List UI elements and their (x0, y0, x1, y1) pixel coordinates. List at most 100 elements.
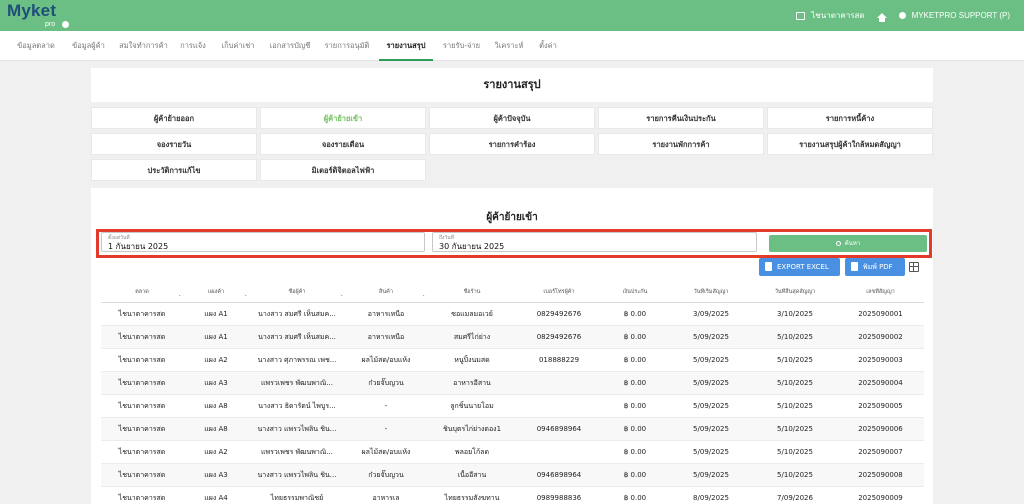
report-btn-expiring-contracts[interactable]: รายงานสรุปผู้ค้าใกล้หมดสัญญา (767, 133, 933, 155)
page-title: รายงานสรุป (91, 68, 933, 102)
cell-deposit: ฿ 0.00 (623, 379, 647, 387)
column-header[interactable]: วันที่เริ่มสัญญา (669, 288, 753, 296)
table-row[interactable]: ไชนาตาคารสด แผง A1 นางสาว สมศรี เห็นสมค...… (101, 303, 924, 326)
report-btn-edit-history[interactable]: ประวัติการแก้ไข (91, 159, 257, 181)
cell-contract-no: 2025090006 (858, 425, 903, 433)
cell-product: อาหารเหนือ (367, 332, 405, 341)
tab-approvals[interactable]: รายการอนุมัติ (321, 31, 373, 61)
market-selector[interactable]: ไชนาตาคารสด (796, 9, 865, 22)
column-header[interactable]: เงินประกัน (601, 288, 669, 296)
cell-market: ไชนาตาคารสด (118, 424, 166, 433)
cell-market: ไชนาตาคารสด (118, 401, 166, 410)
top-bar: Myket pro ไชนาตาคารสด MYKETPRO SUPPORT (… (0, 0, 1024, 31)
column-header[interactable]: วันที่สิ้นสุดสัญญา (753, 288, 837, 296)
tab-rent-collection[interactable]: เก็บค่าเช่า (217, 31, 259, 61)
cell-start-date: 5/09/2025 (693, 425, 729, 433)
report-btn-current-vendors[interactable]: ผู้ค้าปัจจุบัน (429, 107, 595, 129)
cell-stall: แผง A2 (204, 355, 228, 364)
column-header[interactable]: เบอร์โทรผู้ค้า (517, 288, 601, 296)
tab-market-data[interactable]: ข้อมูลตลาด (12, 31, 60, 61)
table-row[interactable]: ไชนาตาคารสด แผง A8 นางสาว ธิดารัตน์ ไพบูร.… (101, 395, 924, 418)
report-btn-trade-suspension[interactable]: รายงานพักการค้า (598, 133, 764, 155)
cell-market: ไชนาตาคารสด (118, 332, 166, 341)
cell-stall: แผง A4 (204, 493, 228, 502)
cell-stall: แผง A8 (204, 401, 228, 410)
report-btn-requests[interactable]: รายการคำร้อง (429, 133, 595, 155)
column-header[interactable]: แผงค้า (183, 288, 249, 296)
tab-income-expense[interactable]: รายรับ-จ่าย (438, 31, 485, 61)
logo-dot-icon (62, 21, 69, 28)
cell-phone: 0829492676 (536, 310, 582, 318)
cell-market: ไชนาตาคารสด (118, 355, 166, 364)
table-row[interactable]: ไชนาตาคารสด แผง A2 แพรวเพชร พัฒนพาณิ... ผลไ… (101, 441, 924, 464)
tab-trade-application[interactable]: สมใจทำการค้า (117, 31, 170, 61)
column-header[interactable]: เลขที่สัญญา (837, 288, 924, 296)
cell-phone: 0946898964 (536, 425, 582, 433)
cell-phone: 0946898964 (536, 471, 582, 479)
report-btn-daily-booking[interactable]: จองรายวัน (91, 133, 257, 155)
cell-phone: 0829492676 (536, 333, 582, 341)
store-icon (796, 11, 806, 20)
report-btn-deposit-refunds[interactable]: รายการคืนเงินประกัน (598, 107, 764, 129)
cell-end-date: 5/10/2025 (777, 425, 813, 433)
column-header[interactable]: ตลาด (101, 288, 183, 296)
cell-market: ไชนาตาคารสด (118, 447, 166, 456)
user-menu[interactable]: MYKETPRO SUPPORT (P) (898, 11, 1010, 20)
market-name: ไชนาตาคารสด (811, 11, 865, 20)
table-row[interactable]: ไชนาตาคารสด แผง A3 แพรวเพชร พัฒนพาณิ... ก๋ว… (101, 372, 924, 395)
cell-stall: แผง A3 (204, 378, 228, 387)
tab-notification[interactable]: การแจ้ง (176, 31, 210, 61)
report-btn-vendors-moved-out[interactable]: ผู้ค้าย้ายออก (91, 107, 257, 129)
tab-accounting-docs[interactable]: เอกสารบัญชี (266, 31, 314, 61)
table-row[interactable]: ไชนาตาคารสด แผง A1 นางสาว สมศรี เห็นสมค...… (101, 326, 924, 349)
cell-deposit: ฿ 0.00 (623, 333, 647, 341)
report-btn-digital-meter[interactable]: มิเตอร์ดิจิตอลไฟฟ้า (260, 159, 426, 181)
home-button[interactable] (876, 13, 887, 22)
column-header[interactable]: ชื่อผู้ค้า (249, 288, 345, 296)
tab-analysis[interactable]: วิเคราะห์ (490, 31, 528, 61)
report-btn-vendors-moved-in[interactable]: ผู้ค้าย้ายเข้า (260, 107, 426, 129)
tab-vendor-data[interactable]: ข้อมูลผู้ค้า (66, 31, 111, 61)
cell-product: ก๋วยจั๊บญวน (368, 470, 404, 479)
cell-end-date: 3/10/2025 (777, 310, 813, 318)
table-row[interactable]: ไชนาตาคารสด แผง A4 ไทยธรรมพาณิชย์ อาหารเล ไท… (101, 487, 924, 504)
export-excel-button[interactable]: EXPORT EXCEL (759, 258, 840, 276)
cell-shop-name: ไทยธรรมสังฆทาน (444, 493, 500, 502)
cell-vendor-name: นางสาว ศุภาพรรณ เพช... (257, 355, 337, 364)
cell-phone: 0989988836 (536, 494, 582, 502)
cell-contract-no: 2025090005 (858, 402, 903, 410)
column-header[interactable]: ชื่อร้าน (427, 288, 517, 296)
cell-vendor-name: แพรวเพชร พัฒนพาณิ... (261, 378, 333, 387)
app-logo[interactable]: Myket pro (7, 2, 69, 28)
report-panel: ผู้ค้าย้ายเข้า ตั้งแต่วันที่ 1 กันยายน 2… (91, 188, 933, 504)
cell-start-date: 5/09/2025 (693, 402, 729, 410)
cell-stall: แผง A1 (204, 309, 228, 318)
cell-deposit: ฿ 0.00 (623, 356, 647, 364)
report-section-title: ผู้ค้าย้ายเข้า (486, 212, 538, 223)
export-excel-label: EXPORT EXCEL (777, 263, 829, 271)
report-btn-monthly-booking[interactable]: จองรายเดือน (260, 133, 426, 155)
table-row[interactable]: ไชนาตาคารสด แผง A2 นางสาว ศุภาพรรณ เพช... ผ… (101, 349, 924, 372)
cell-contract-no: 2025090009 (858, 494, 903, 502)
table-header-row: ตลาด แผงค้า ชื่อผู้ค้า สินค้า ชื่อร้าน เ… (101, 282, 924, 303)
cell-stall: แผง A2 (204, 447, 228, 456)
table-row[interactable]: ไชนาตาคารสด แผง A3 นางสาว แพรวไพลิน ชิน...… (101, 464, 924, 487)
tab-settings[interactable]: ตั้งค่า (533, 31, 563, 61)
cell-shop-name: ชินบุตรไก่ย่างตอง1 (442, 424, 502, 433)
cell-deposit: ฿ 0.00 (623, 471, 647, 479)
cell-stall: แผง A8 (204, 424, 228, 433)
cell-product: ก๋วยจั๊บญวน (368, 378, 404, 387)
top-right-menu: ไชนาตาคารสด MYKETPRO SUPPORT (P) (796, 0, 1010, 31)
column-settings-icon[interactable] (909, 262, 919, 272)
cell-shop-name: พลอยโก้ลด (454, 447, 490, 456)
table-row[interactable]: ไชนาตาคารสด แผง A8 นางสาว แพรวไพลิน ชิน...… (101, 418, 924, 441)
cell-contract-no: 2025090003 (858, 356, 903, 364)
report-btn-outstanding-debts[interactable]: รายการหนี้ค้าง (767, 107, 933, 129)
cell-vendor-name: นางสาว สมศรี เห็นสมค... (258, 332, 336, 341)
cell-contract-no: 2025090002 (858, 333, 903, 341)
export-pdf-button[interactable]: พิมพ์ PDF (845, 258, 905, 276)
cell-product: อาหารเหนือ (367, 309, 405, 318)
tab-summary-report[interactable]: รายงานสรุป (379, 31, 433, 61)
column-header[interactable]: สินค้า (345, 288, 427, 296)
cell-contract-no: 2025090007 (858, 448, 903, 456)
